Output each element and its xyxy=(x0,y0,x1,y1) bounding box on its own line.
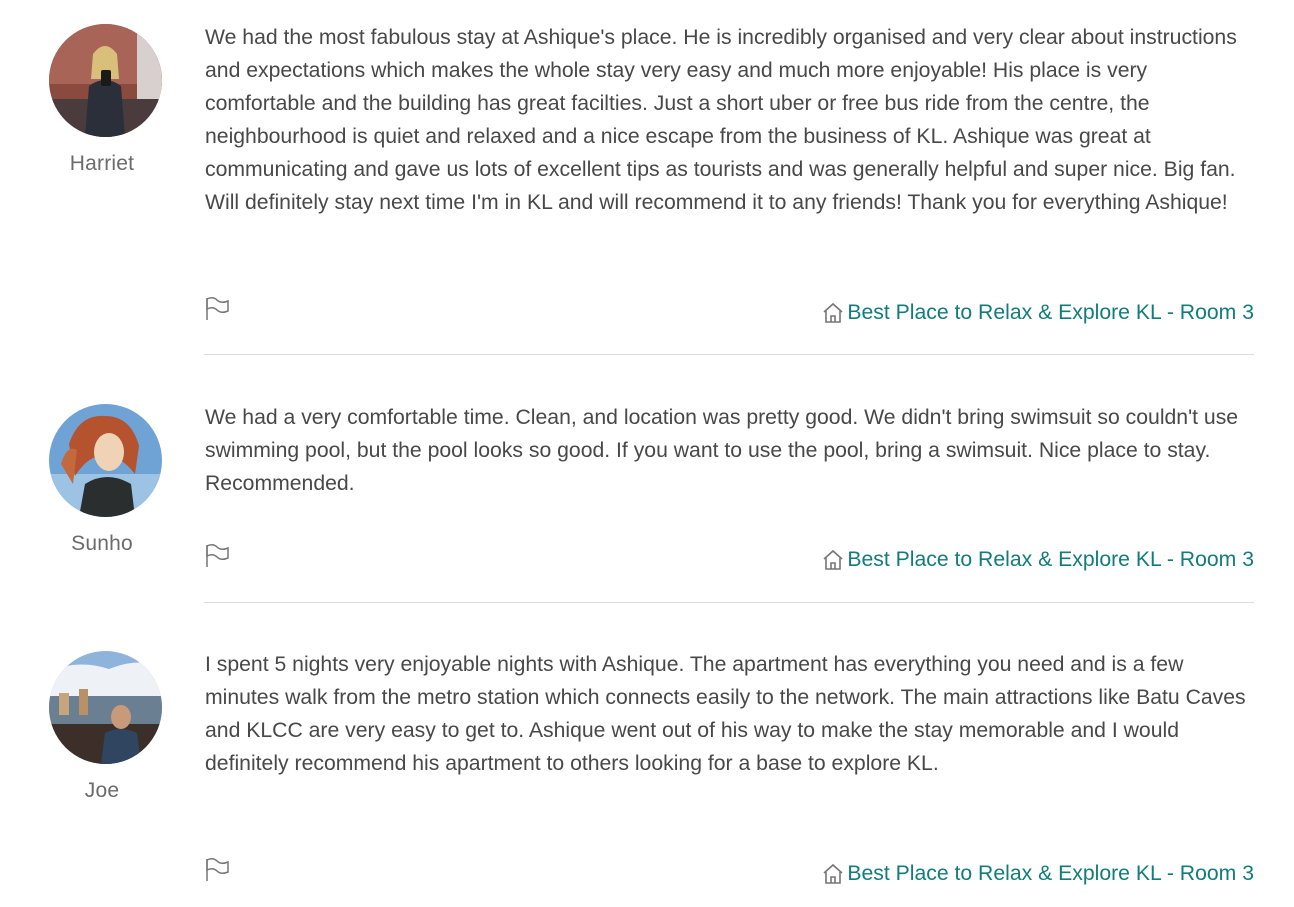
reviewer-avatar[interactable] xyxy=(49,404,162,517)
review-text: We had a very comfortable time. Clean, a… xyxy=(205,406,1239,495)
reviewer-avatar[interactable] xyxy=(49,651,162,764)
listing-name: Best Place to Relax & Explore KL - Room … xyxy=(847,548,1254,571)
reviewer-avatar[interactable] xyxy=(49,24,162,137)
home-icon xyxy=(821,301,845,325)
listing-link[interactable]: Best Place to Relax & Explore KL - Room … xyxy=(821,546,1254,574)
avatar-photo xyxy=(49,651,162,764)
review-text: I spent 5 nights very enjoyable nights w… xyxy=(205,653,1246,775)
home-icon xyxy=(821,862,845,886)
flag-icon[interactable] xyxy=(204,857,230,883)
reviewer-name[interactable]: Harriet xyxy=(49,152,155,176)
avatar-photo xyxy=(49,404,162,517)
divider xyxy=(204,354,1254,355)
listing-link[interactable]: Best Place to Relax & Explore KL - Room … xyxy=(821,299,1254,327)
listing-link[interactable]: Best Place to Relax & Explore KL - Room … xyxy=(821,860,1254,888)
flag-icon[interactable] xyxy=(204,296,230,322)
avatar-photo xyxy=(49,24,162,137)
divider xyxy=(204,602,1254,603)
listing-name: Best Place to Relax & Explore KL - Room … xyxy=(847,862,1254,885)
reviewer-name[interactable]: Joe xyxy=(49,779,155,803)
reviewer-name[interactable]: Sunho xyxy=(49,532,155,556)
review-text: We had the most fabulous stay at Ashique… xyxy=(205,26,1237,214)
listing-name: Best Place to Relax & Explore KL - Room … xyxy=(847,301,1254,324)
flag-icon[interactable] xyxy=(204,543,230,569)
home-icon xyxy=(821,548,845,572)
